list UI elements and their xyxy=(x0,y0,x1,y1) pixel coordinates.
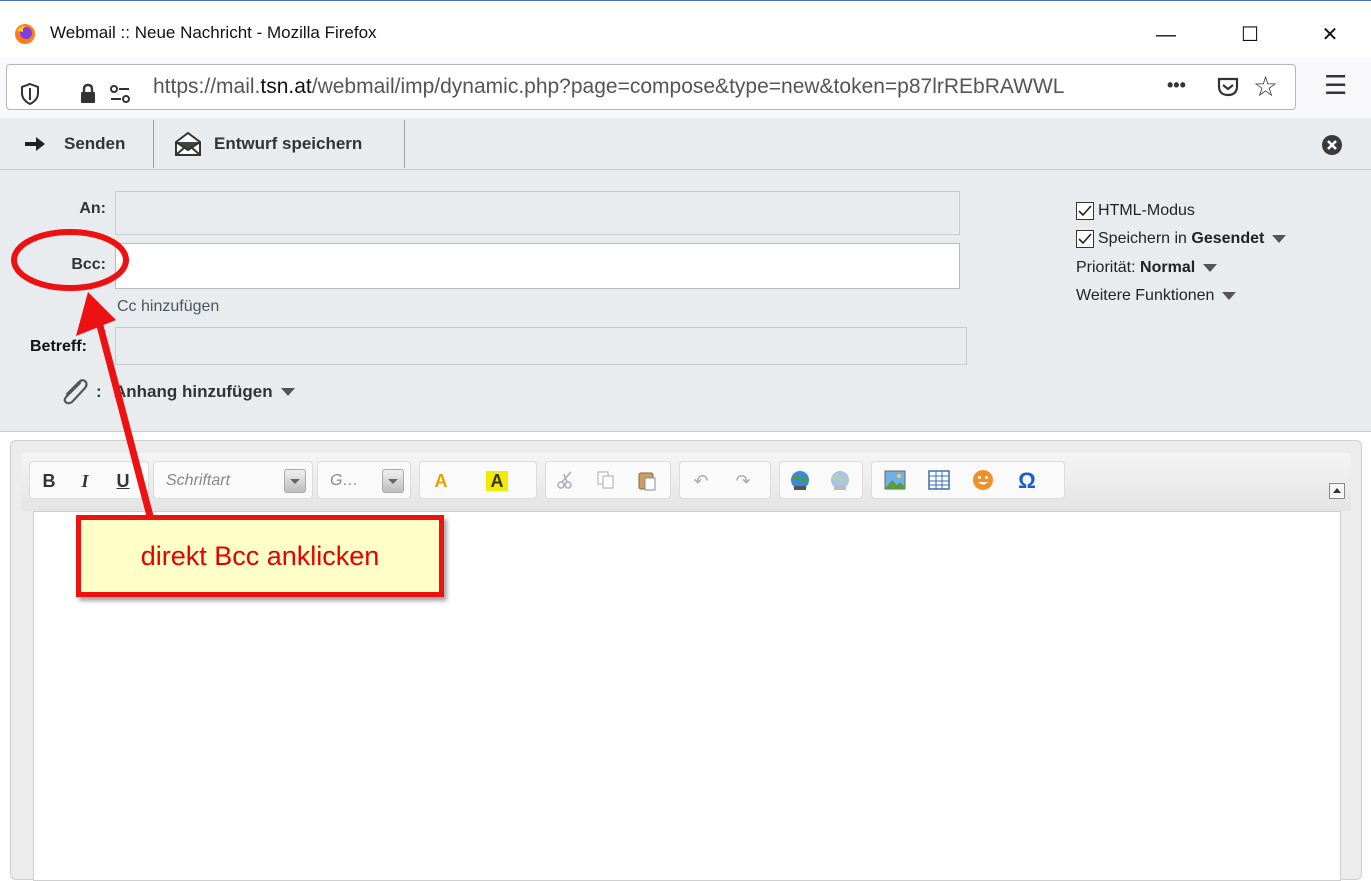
bcc-highlight-circle xyxy=(11,229,129,291)
annotation-arrow-line xyxy=(94,317,154,517)
annotation-callout: direkt Bcc anklicken xyxy=(76,515,444,597)
annotation-arrowhead xyxy=(76,292,116,336)
annotation-overlay xyxy=(11,229,154,517)
